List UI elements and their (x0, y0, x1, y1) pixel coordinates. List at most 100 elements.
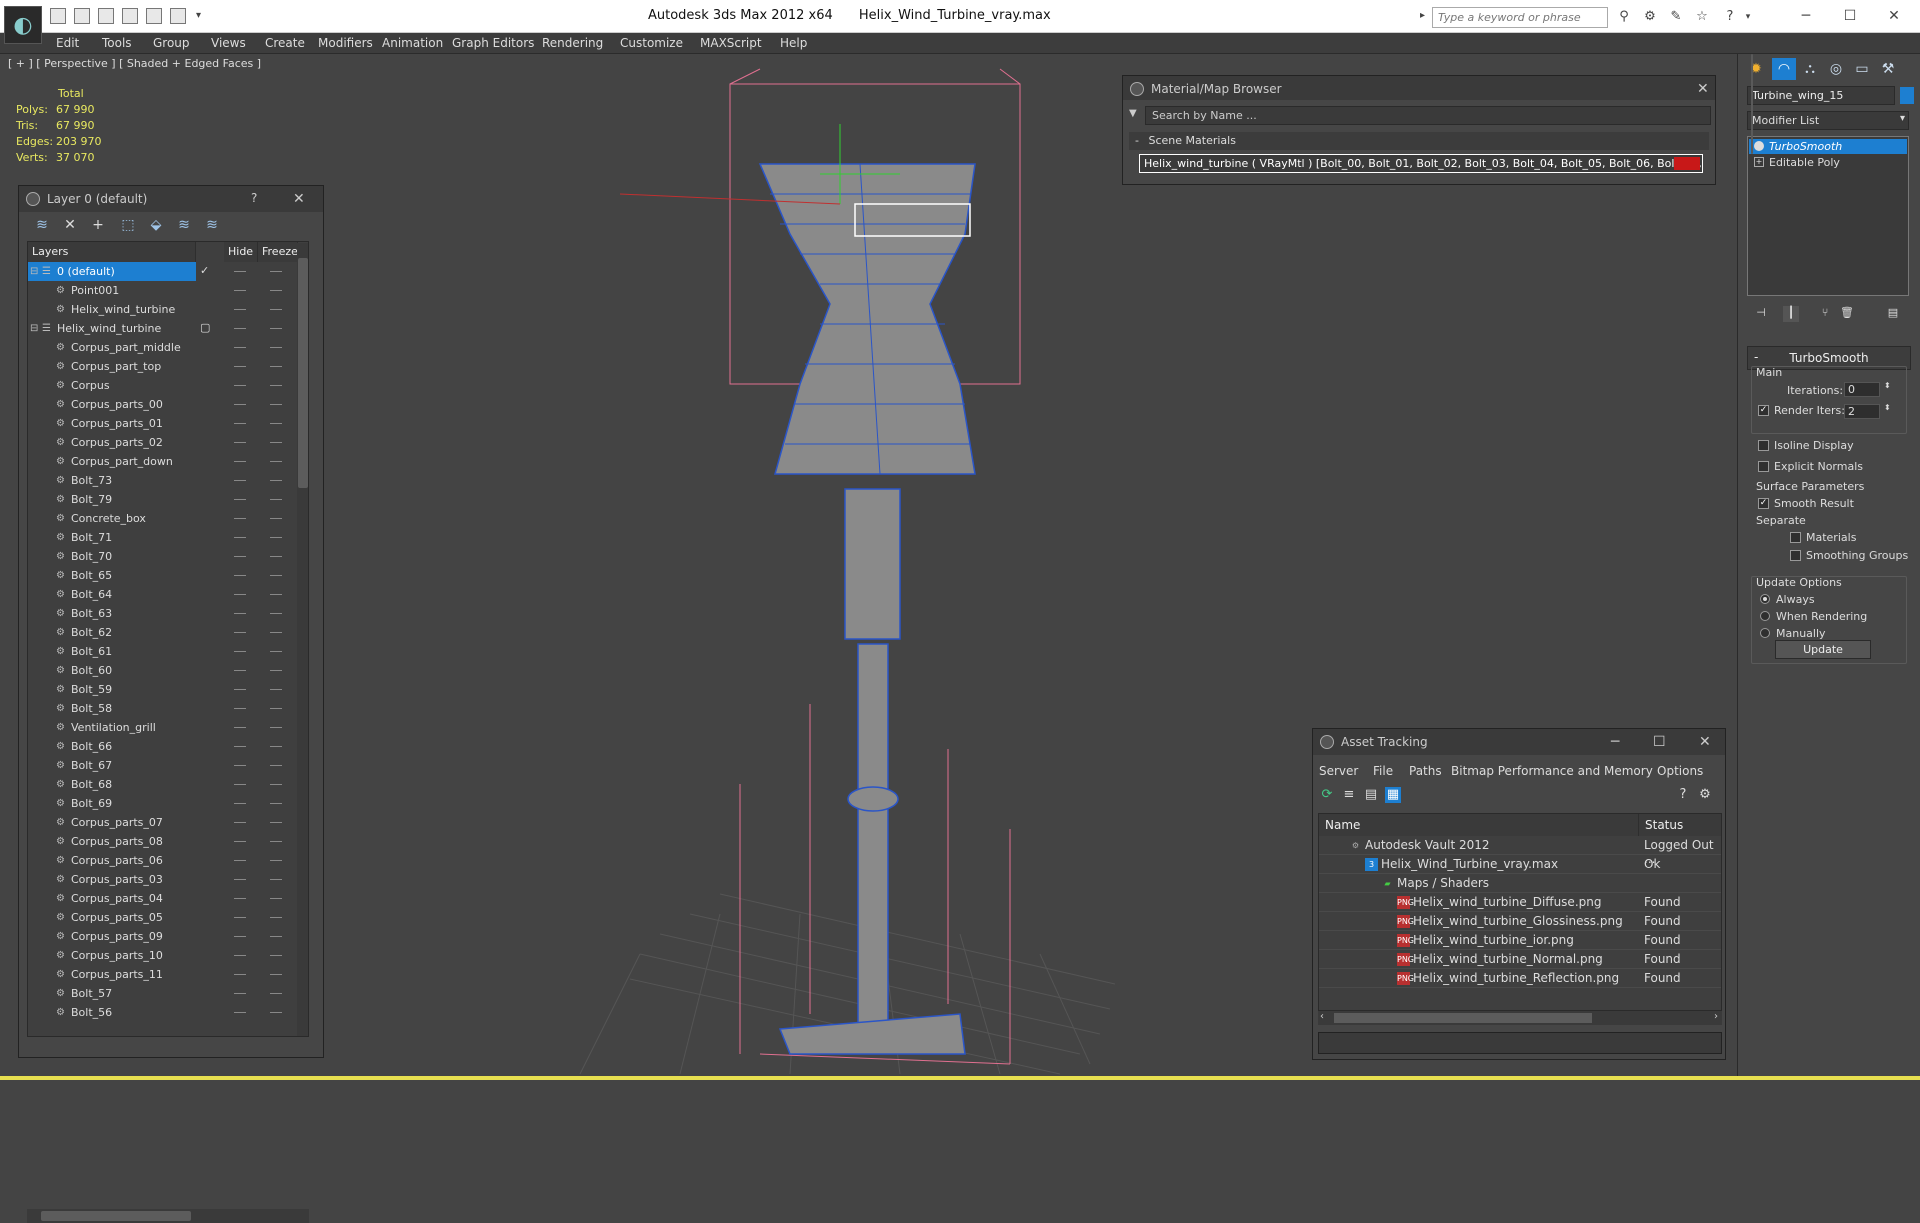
stack-item-turbosmooth[interactable]: TurboSmooth (1749, 139, 1907, 154)
hide-toggle[interactable] (234, 860, 246, 861)
utilities-tab-icon[interactable]: ⚒ (1876, 58, 1900, 80)
render-iters-checkbox[interactable]: ✓ (1758, 405, 1769, 416)
hide-toggle[interactable] (234, 328, 246, 329)
layer-panel-titlebar[interactable]: Layer 0 (default) ? ✕ (19, 186, 323, 212)
layer-scroll-thumb[interactable] (298, 258, 308, 488)
freeze-toggle[interactable] (270, 537, 282, 538)
hide-toggle[interactable] (234, 556, 246, 557)
freeze-toggle[interactable] (270, 632, 282, 633)
freeze-toggle[interactable] (270, 290, 282, 291)
hide-toggle[interactable] (234, 499, 246, 500)
pin-stack-icon[interactable]: ⊣ (1753, 306, 1769, 322)
hide-toggle[interactable] (234, 347, 246, 348)
layer-row[interactable]: ⚙ Corpus_parts_01 (28, 414, 292, 433)
layer-row[interactable]: ⚙ Bolt_79 (28, 490, 292, 509)
separate-smoothing-groups-checkbox[interactable] (1790, 550, 1801, 561)
asset-menu-paths[interactable]: Paths (1409, 764, 1442, 778)
lightbulb-icon[interactable] (1754, 141, 1764, 151)
layer-row[interactable]: ⚙ Corpus_parts_08 (28, 832, 292, 851)
current-layer-checkmark-icon[interactable]: ▢ (200, 321, 210, 334)
search-expand-icon[interactable]: ▸ (1420, 10, 1425, 21)
layer-row[interactable]: ⚙ Bolt_71 (28, 528, 292, 547)
menu-rendering[interactable]: Rendering (542, 36, 603, 50)
collapse-icon[interactable]: - (1754, 350, 1758, 364)
freeze-all-layers-icon[interactable]: ≋ (203, 217, 221, 235)
layer-row[interactable]: ⊟ ☰ Helix_wind_turbine ▢ (28, 319, 292, 338)
material-item[interactable]: Helix_wind_turbine ( VRayMtl ) [Bolt_00,… (1139, 154, 1703, 173)
redo-icon[interactable] (146, 8, 162, 24)
hide-toggle[interactable] (234, 575, 246, 576)
hide-toggle[interactable] (234, 955, 246, 956)
hide-toggle[interactable] (234, 632, 246, 633)
hide-toggle[interactable] (234, 727, 246, 728)
remove-modifier-icon[interactable]: 🗑 (1839, 306, 1855, 322)
freeze-toggle[interactable] (270, 898, 282, 899)
freeze-toggle[interactable] (270, 404, 282, 405)
hide-toggle[interactable] (234, 651, 246, 652)
layer-row[interactable]: ⚙ Bolt_61 (28, 642, 292, 661)
col-layers-header[interactable]: Layers (28, 242, 196, 262)
scroll-left-icon[interactable]: ‹ (1320, 1011, 1324, 1022)
material-search-input[interactable]: Search by Name ... (1145, 106, 1711, 125)
scene-materials-section[interactable]: - Scene Materials (1129, 132, 1709, 150)
menu-maxscript[interactable]: MAXScript (700, 36, 762, 50)
menu-edit[interactable]: Edit (56, 36, 79, 50)
layer-row[interactable]: ⚙ Bolt_66 (28, 737, 292, 756)
freeze-toggle[interactable] (270, 347, 282, 348)
layer-row[interactable]: ⚙ Bolt_70 (28, 547, 292, 566)
freeze-toggle[interactable] (270, 708, 282, 709)
menu-tools[interactable]: Tools (102, 36, 132, 50)
layer-row[interactable]: ⚙ Bolt_58 (28, 699, 292, 718)
expand-icon[interactable]: + (1754, 157, 1764, 167)
layer-row[interactable]: ⚙ Ventilation_grill (28, 718, 292, 737)
collapse-icon[interactable]: ⊟ (30, 266, 41, 277)
close-icon[interactable]: ✕ (1874, 5, 1914, 27)
manually-radio[interactable] (1760, 628, 1770, 638)
motion-tab-icon[interactable]: ◎ (1824, 58, 1848, 80)
modifier-list-dropdown[interactable]: Modifier List ▾ (1747, 111, 1909, 130)
select-objects-icon[interactable]: ⬚ (119, 217, 137, 235)
asset-row[interactable]: PNG Helix_wind_turbine_Glossiness.png Foun… (1319, 912, 1721, 931)
hide-toggle[interactable] (234, 993, 246, 994)
refresh-icon[interactable]: ⟳ (1319, 787, 1335, 803)
hide-toggle[interactable] (234, 898, 246, 899)
freeze-toggle[interactable] (270, 993, 282, 994)
layer-horizontal-scrollbar[interactable] (27, 1209, 309, 1223)
show-end-result-icon[interactable]: ┃ (1783, 306, 1799, 322)
layer-row[interactable]: ⚙ Corpus_part_top (28, 357, 292, 376)
freeze-toggle[interactable] (270, 822, 282, 823)
object-name-input[interactable]: Turbine_wing_15 (1747, 86, 1895, 105)
search-options-dropdown-icon[interactable]: ▼ (1129, 108, 1137, 119)
hide-toggle[interactable] (234, 708, 246, 709)
configure-modifier-sets-icon[interactable]: ▤ (1885, 306, 1901, 322)
layer-row[interactable]: ⊟ ☰ 0 (default) ✓ (28, 262, 282, 281)
freeze-toggle[interactable] (270, 917, 282, 918)
hide-toggle[interactable] (234, 480, 246, 481)
layer-row[interactable]: ⚙ Corpus_parts_04 (28, 889, 292, 908)
hide-toggle[interactable] (234, 917, 246, 918)
open-file-icon[interactable] (74, 8, 90, 24)
table-view-icon[interactable]: ▦ (1385, 787, 1401, 803)
freeze-toggle[interactable] (270, 955, 282, 956)
render-iters-spinner[interactable]: 2 (1844, 404, 1880, 419)
freeze-toggle[interactable] (270, 328, 282, 329)
freeze-toggle[interactable] (270, 803, 282, 804)
modifier-stack[interactable]: TurboSmooth + Editable Poly (1747, 136, 1909, 296)
iterations-spinner[interactable]: 0 (1844, 382, 1880, 397)
spinner-arrows-icon[interactable]: ⬍ (1884, 403, 1891, 412)
layer-row[interactable]: ⚙ Corpus_parts_11 (28, 965, 292, 984)
thumbnail-view-icon[interactable]: ▤ (1363, 787, 1379, 803)
new-file-icon[interactable] (50, 8, 66, 24)
hide-toggle[interactable] (234, 879, 246, 880)
freeze-toggle[interactable] (270, 442, 282, 443)
display-tab-icon[interactable]: ▭ (1850, 58, 1874, 80)
freeze-toggle[interactable] (270, 575, 282, 576)
layer-row[interactable]: ⚙ Bolt_62 (28, 623, 292, 642)
freeze-toggle[interactable] (270, 271, 282, 272)
freeze-toggle[interactable] (270, 974, 282, 975)
hide-toggle[interactable] (234, 746, 246, 747)
menu-customize[interactable]: Customize (620, 36, 683, 50)
layer-hscroll-thumb[interactable] (41, 1211, 191, 1221)
freeze-toggle[interactable] (270, 309, 282, 310)
highlight-layer-icon[interactable]: ⬙ (147, 217, 165, 235)
